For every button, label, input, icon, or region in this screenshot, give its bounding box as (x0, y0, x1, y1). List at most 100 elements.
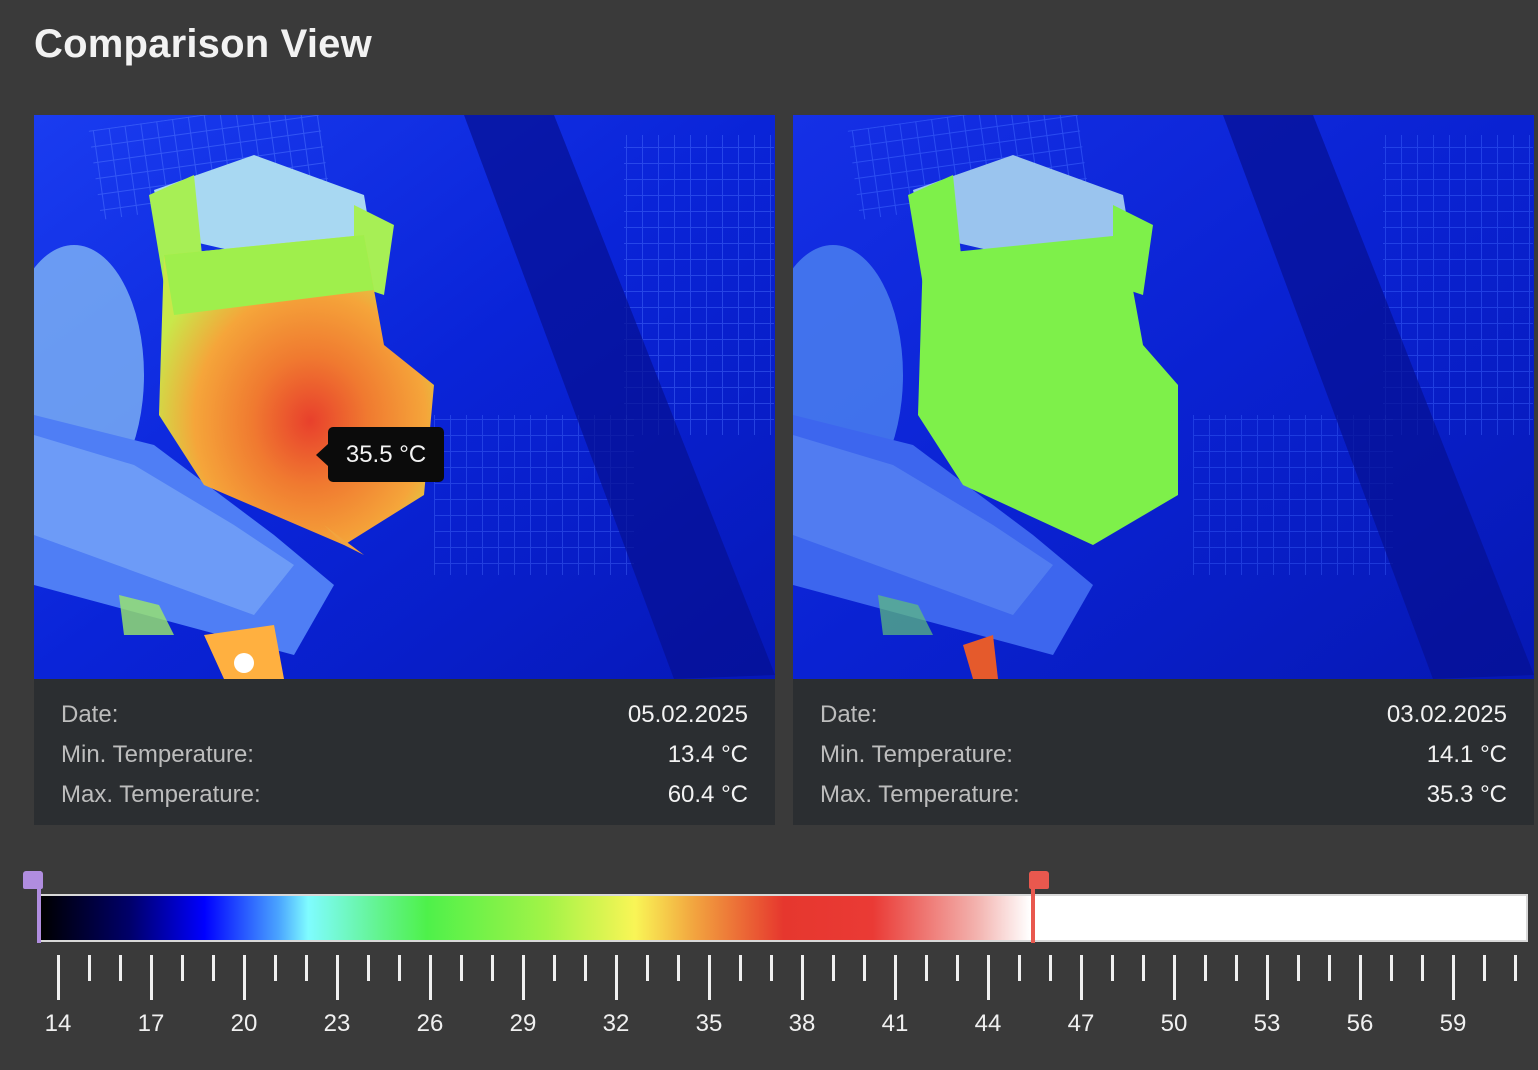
date-row: Date: 03.02.2025 (820, 695, 1507, 735)
major-tick (1452, 955, 1455, 1000)
major-tick (429, 955, 432, 1000)
minor-tick (863, 955, 866, 981)
max-flag-icon[interactable] (1029, 871, 1049, 889)
major-tick (57, 955, 60, 1000)
min-temperature-label: Min. Temperature: (820, 741, 1013, 768)
min-temperature-row: Min. Temperature: 13.4 °C (61, 735, 748, 775)
major-tick (522, 955, 525, 1000)
major-tick (801, 955, 804, 1000)
max-temperature-label: Max. Temperature: (820, 781, 1020, 808)
minor-tick (181, 955, 184, 981)
minor-tick (305, 955, 308, 981)
minor-tick (1297, 955, 1300, 981)
max-temperature-value: 35.3 °C (1426, 781, 1507, 808)
max-temperature-row: Max. Temperature: 35.3 °C (820, 775, 1507, 815)
minor-tick (1421, 955, 1424, 981)
thermal-panel-left: 35.5 °C Date: 05.02.2025 Min. Temperatur… (34, 115, 775, 825)
date-row: Date: 05.02.2025 (61, 695, 748, 735)
major-tick (243, 955, 246, 1000)
minor-tick (491, 955, 494, 981)
min-temperature-value: 14.1 °C (1426, 741, 1507, 768)
date-value: 05.02.2025 (627, 701, 748, 728)
major-tick (615, 955, 618, 1000)
max-temperature-row: Max. Temperature: 60.4 °C (61, 775, 748, 815)
minor-tick (956, 955, 959, 981)
max-range-handle[interactable] (1029, 871, 1049, 943)
minor-tick (1111, 955, 1114, 981)
tick-label: 59 (1439, 1010, 1467, 1037)
minor-tick (1483, 955, 1486, 981)
tick-label: 47 (1067, 1010, 1095, 1037)
tick-label: 20 (230, 1010, 258, 1037)
major-tick (894, 955, 897, 1000)
minor-tick (739, 955, 742, 981)
date-value: 03.02.2025 (1386, 701, 1507, 728)
min-temperature-row: Min. Temperature: 14.1 °C (820, 735, 1507, 775)
tick-label: 29 (509, 1010, 537, 1037)
minor-tick (119, 955, 122, 981)
minor-tick (832, 955, 835, 981)
minor-tick (367, 955, 370, 981)
image-info-right: Date: 03.02.2025 Min. Temperature: 14.1 … (793, 679, 1534, 815)
min-range-handle[interactable] (23, 871, 43, 943)
minor-tick (1328, 955, 1331, 981)
thermal-panel-right: Date: 03.02.2025 Min. Temperature: 14.1 … (793, 115, 1534, 825)
minor-tick (553, 955, 556, 981)
minor-tick (88, 955, 91, 981)
minor-tick (646, 955, 649, 981)
tick-label: 26 (416, 1010, 444, 1037)
minor-tick (770, 955, 773, 981)
major-tick (150, 955, 153, 1000)
tick-label: 44 (974, 1010, 1002, 1037)
minor-tick (1204, 955, 1207, 981)
scale-ticks: 14 17 20 23 26 29 32 35 38 41 44 47 50 53 56 59 (34, 955, 1534, 1055)
major-tick (1080, 955, 1083, 1000)
minor-tick (1390, 955, 1393, 981)
date-label: Date: (61, 701, 119, 728)
minor-tick (1514, 955, 1517, 981)
major-tick (987, 955, 990, 1000)
minor-tick (1235, 955, 1238, 981)
thermal-image-left[interactable]: 35.5 °C (34, 115, 775, 679)
major-tick (1173, 955, 1176, 1000)
major-tick (1359, 955, 1362, 1000)
tick-label: 23 (323, 1010, 351, 1037)
date-label: Date: (820, 701, 878, 728)
thermal-image-right-graphic (793, 115, 1534, 679)
thermal-image-right[interactable] (793, 115, 1534, 679)
tick-label: 41 (881, 1010, 909, 1037)
minor-tick (1142, 955, 1145, 981)
minor-tick (460, 955, 463, 981)
minor-tick (925, 955, 928, 981)
tick-label: 35 (695, 1010, 723, 1037)
page-title: Comparison View (34, 22, 372, 66)
major-tick (1266, 955, 1269, 1000)
tick-label: 50 (1160, 1010, 1188, 1037)
minor-tick (274, 955, 277, 981)
tick-label: 56 (1346, 1010, 1374, 1037)
minor-tick (677, 955, 680, 981)
min-temperature-label: Min. Temperature: (61, 741, 254, 768)
major-tick (708, 955, 711, 1000)
minor-tick (212, 955, 215, 981)
temperature-color-scale: 14 17 20 23 26 29 32 35 38 41 44 47 50 53 56 59 (23, 865, 1534, 1055)
tick-label: 17 (137, 1010, 165, 1037)
tick-label: 32 (602, 1010, 630, 1037)
color-gradient-bar[interactable] (39, 894, 1528, 942)
tick-label: 53 (1253, 1010, 1281, 1037)
minor-tick (398, 955, 401, 981)
max-temperature-label: Max. Temperature: (61, 781, 261, 808)
minor-tick (1018, 955, 1021, 981)
temperature-tooltip: 35.5 °C (316, 427, 444, 482)
thermal-image-left-graphic (34, 115, 775, 679)
comparison-view-page: Comparison View 35.5 °C Date: 05.02.2025… (0, 0, 1538, 1070)
min-flag-icon[interactable] (23, 871, 43, 889)
tick-label: 14 (44, 1010, 72, 1037)
tick-label: 38 (788, 1010, 816, 1037)
image-info-left: Date: 05.02.2025 Min. Temperature: 13.4 … (34, 679, 775, 815)
major-tick (336, 955, 339, 1000)
minor-tick (1049, 955, 1052, 981)
min-temperature-value: 13.4 °C (667, 741, 748, 768)
max-temperature-value: 60.4 °C (667, 781, 748, 808)
minor-tick (584, 955, 587, 981)
